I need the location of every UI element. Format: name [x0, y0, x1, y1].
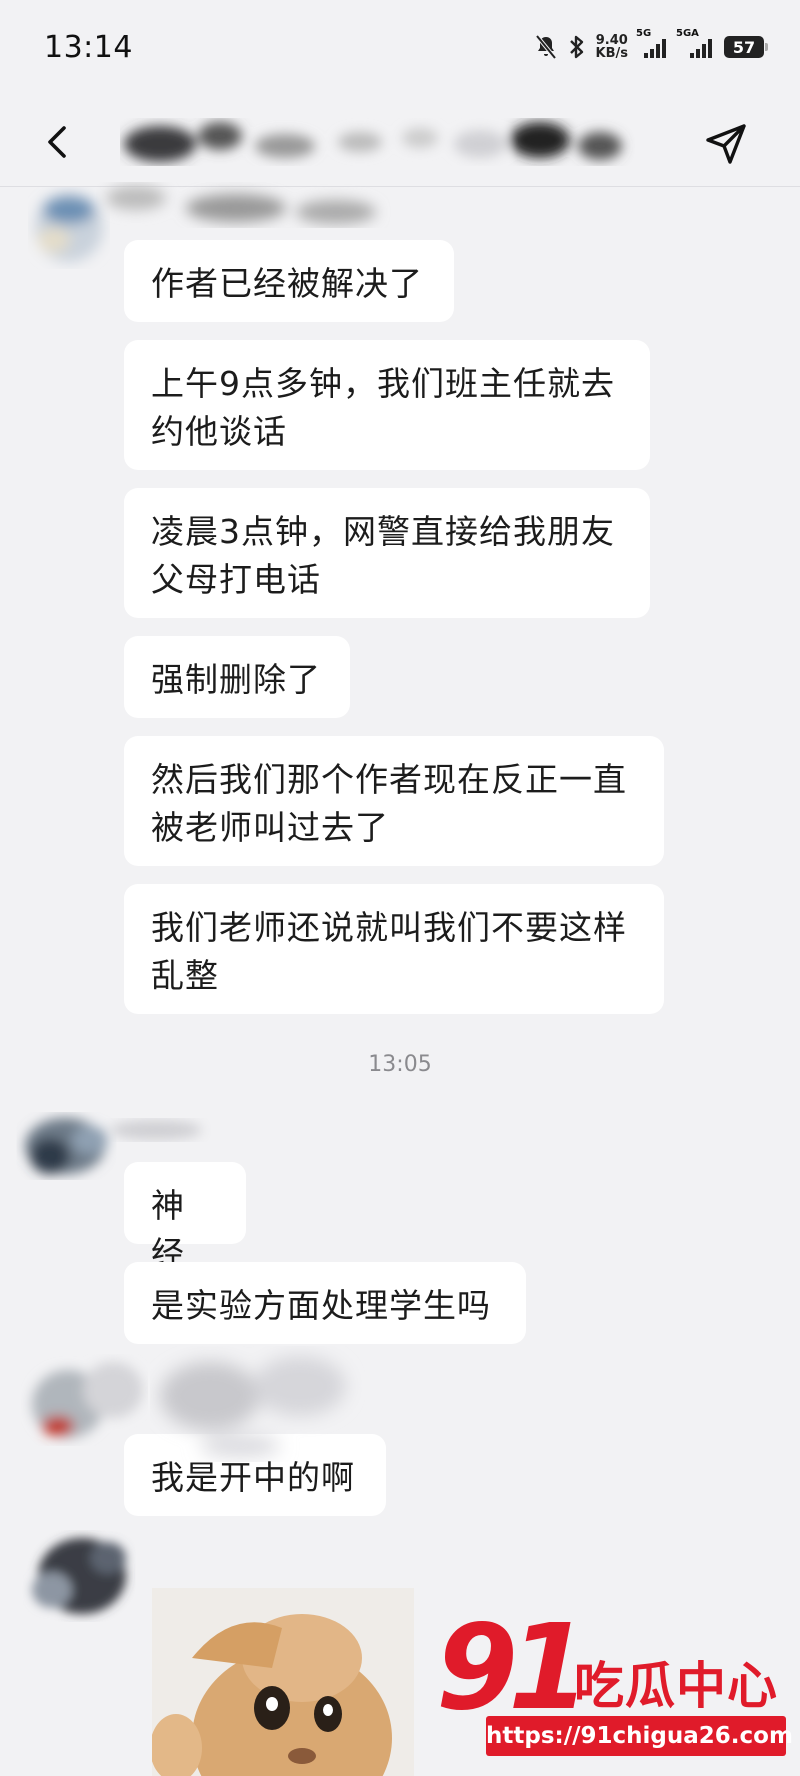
message-bubble[interactable]: 神经 [124, 1162, 246, 1273]
watermark: 91 吃瓜中心 https://91chigua26.com [424, 1598, 800, 1776]
bluetooth-icon [569, 35, 583, 59]
sticker-image[interactable] [152, 1588, 414, 1776]
net-speed: 9.40 KB/s [595, 33, 628, 61]
blurred-chat-title [124, 122, 622, 162]
message-bubble[interactable]: 凌晨3点钟，网警直接给我朋友父母打电话 [124, 488, 650, 618]
battery-indicator: 57 [724, 36, 768, 58]
signal-5ga-icon: 5GA [676, 28, 714, 58]
blurred-sender-name [160, 1356, 346, 1458]
send-icon[interactable] [702, 120, 750, 168]
message-bubble[interactable]: 作者已经被解决了 [124, 240, 454, 322]
chevron-left-icon[interactable] [38, 122, 78, 162]
blurred-sender-name [110, 1120, 202, 1140]
blurred-sender-name [106, 186, 376, 224]
avatar[interactable] [12, 1520, 142, 1630]
status-icons: 9.40 KB/s 5G 5GA 57 [534, 28, 768, 64]
watermark-brand: 吃瓜中心 [574, 1657, 778, 1715]
message-bubble[interactable]: 然后我们那个作者现在反正一直被老师叫过去了 [124, 736, 664, 866]
signal-5g-icon: 5G [636, 28, 668, 58]
status-time: 13:14 [44, 30, 133, 65]
watermark-url: https://91chigua26.com [486, 1716, 793, 1756]
message-bubble[interactable]: 上午9点多钟，我们班主任就去约他谈话 [124, 340, 650, 470]
message-timestamp: 13:05 [368, 1052, 432, 1077]
chat-header [0, 100, 800, 187]
message-bubble[interactable]: 是实验方面处理学生吗 [124, 1262, 526, 1344]
cat-sticker-icon [152, 1588, 414, 1776]
status-bar: 13:14 9.40 KB/s 5G 5GA 57 [0, 0, 800, 100]
mute-icon [534, 34, 557, 60]
message-bubble[interactable]: 我们老师还说就叫我们不要这样乱整 [124, 884, 664, 1014]
message-bubble[interactable]: 强制删除了 [124, 636, 350, 718]
